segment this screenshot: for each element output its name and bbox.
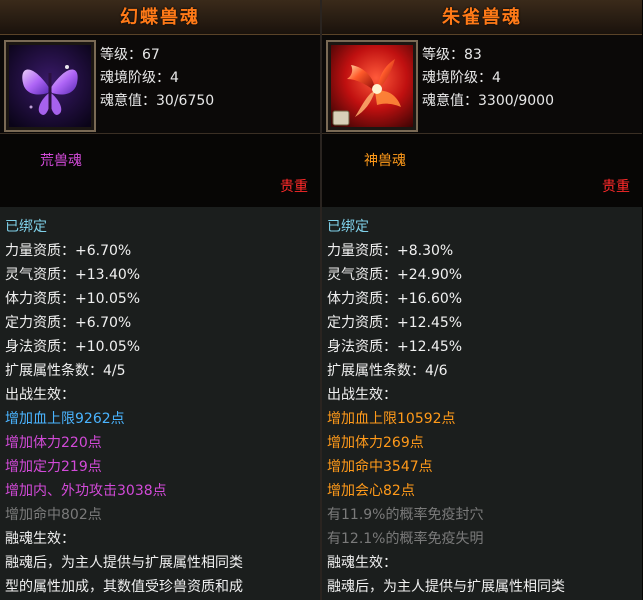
right-bound-status: 已绑定 [327,219,369,235]
red-phoenix-icon [331,45,413,127]
left-spirit: 灵气资质：+13.40% [5,267,141,283]
right-extension-count: 扩展属性条数：4/6 [327,363,448,379]
right-battle-effect-heading: 出战生效： [327,387,397,403]
right-agility: 身法资质：+12.45% [327,339,463,355]
right-effect-vitality: 增加体力269点 [327,435,424,451]
left-fusion-heading: 融魂生效： [5,531,75,547]
right-effect-immune-blind: 有12.1%的概率免疫失明 [327,531,484,547]
right-soul-title: 朱雀兽魂 [442,7,522,28]
left-level: 等级：67 [100,47,160,63]
right-soul-type: 神兽魂 [364,153,406,169]
left-bound-status: 已绑定 [5,219,47,235]
left-effect-vitality: 增加体力220点 [5,435,102,451]
left-soul-value: 魂意值：30/6750 [100,93,215,109]
left-fusion-line-1: 融魂后，为主人提供与扩展属性相同类 [5,555,243,571]
right-item-slot[interactable] [326,40,418,132]
right-attributes: 已绑定 力量资质：+8.30% 灵气资质：+24.90% 体力资质：+16.60… [322,207,642,600]
right-level: 等级：83 [422,47,482,63]
left-vitality: 体力资质：+10.05% [5,291,141,307]
scroll-icon [332,110,350,126]
left-agility: 身法资质：+10.05% [5,339,141,355]
left-fusion-line-2: 型的属性加成，其数值受珍兽资质和成 [5,579,243,595]
right-spirit: 灵气资质：+24.90% [327,267,463,283]
right-effect-hit: 增加命中3547点 [327,459,433,475]
right-effect-hp: 增加血上限10592点 [327,411,456,427]
left-effect-hit: 增加命中802点 [5,507,102,523]
left-realm-tier: 魂境阶级：4 [100,70,179,86]
left-soul-title: 幻蝶兽魂 [120,7,200,28]
left-soul-type: 荒兽魂 [40,153,82,169]
right-realm-tier: 魂境阶级：4 [422,70,501,86]
left-effect-focus: 增加定力219点 [5,459,102,475]
right-vitality: 体力资质：+16.60% [327,291,463,307]
left-effect-attack: 增加内、外功攻击3038点 [5,483,167,499]
left-focus: 定力资质：+6.70% [5,315,132,331]
right-soul-value: 魂意值：3300/9000 [422,93,554,109]
pet-soul-compare: 幻蝶兽魂 等级：67 魂境阶级：4 魂意值：30/6750 荒兽魂 贵重 已绑定… [0,0,643,600]
left-title-bar: 幻蝶兽魂 [0,0,320,35]
right-type-bar: 神兽魂 贵重 [322,133,642,208]
right-title-bar: 朱雀兽魂 [322,0,642,35]
right-soul-panel: 朱雀兽魂 等级：83 魂境阶级：4 魂意值：3300/9000 神兽魂 贵重 已… [322,0,642,600]
right-effect-crit: 增加会心82点 [327,483,415,499]
right-fusion-line-1: 融魂后，为主人提供与扩展属性相同类 [327,579,565,595]
right-rarity: 贵重 [602,179,630,195]
purple-butterfly-icon [9,45,91,127]
right-fusion-heading: 融魂生效： [327,555,397,571]
left-rarity: 贵重 [280,179,308,195]
left-strength: 力量资质：+6.70% [5,243,132,259]
left-battle-effect-heading: 出战生效： [5,387,75,403]
right-focus: 定力资质：+12.45% [327,315,463,331]
left-effect-hp: 增加血上限9262点 [5,411,125,427]
left-attributes: 已绑定 力量资质：+6.70% 灵气资质：+13.40% 体力资质：+10.05… [0,207,320,600]
right-strength: 力量资质：+8.30% [327,243,454,259]
left-type-bar: 荒兽魂 贵重 [0,133,320,208]
left-extension-count: 扩展属性条数：4/5 [5,363,126,379]
left-item-slot[interactable] [4,40,96,132]
right-effect-immune-seal: 有11.9%的概率免疫封穴 [327,507,484,523]
left-soul-panel: 幻蝶兽魂 等级：67 魂境阶级：4 魂意值：30/6750 荒兽魂 贵重 已绑定… [0,0,320,600]
